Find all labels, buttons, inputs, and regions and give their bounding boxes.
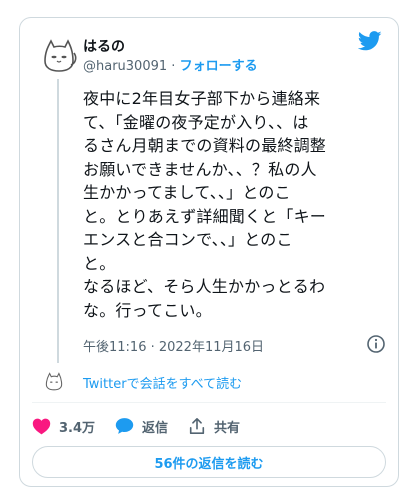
divider [32, 402, 386, 403]
reply-label: 返信 [142, 420, 169, 436]
reply-button[interactable]: 返信 [115, 417, 168, 436]
user-handle[interactable]: @haru30091 [83, 59, 167, 74]
tweet-text: 夜中に2年目女子部下から連絡来 て、「金曜の夜予定が入り、、は るさん月朝までの… [83, 89, 327, 320]
share-button[interactable]: 共有 [188, 417, 240, 436]
thread-line [57, 79, 59, 363]
cat-avatar[interactable] [37, 31, 81, 75]
share-icon [189, 417, 205, 435]
action-bar: 3.4万 返信 共有 [32, 416, 260, 436]
tweet-card: はるの @haru30091 · フォローする 夜中に2年目女子部下から連絡来 … [19, 17, 399, 487]
separator: · [167, 59, 180, 74]
info-icon[interactable] [366, 334, 386, 354]
reply-bubble-icon [115, 418, 134, 434]
read-replies-button[interactable]: 56件の返信を読む [32, 446, 386, 478]
share-label: 共有 [214, 420, 241, 436]
follow-button[interactable]: フォローする [180, 59, 258, 74]
heart-icon [32, 418, 51, 435]
tweet-timestamp[interactable]: 午後11:16 · 2022年11月16日 [83, 336, 264, 355]
display-name[interactable]: はるの [83, 36, 125, 56]
cat-avatar-small [45, 372, 63, 391]
handle-row: @haru30091 · フォローする [83, 55, 258, 74]
like-button[interactable]: 3.4万 [32, 417, 95, 436]
twitter-bird-icon[interactable] [358, 31, 382, 51]
read-conversation-link[interactable]: Twitterで会話をすべて読む [83, 373, 242, 392]
like-count: 3.4万 [59, 420, 96, 436]
